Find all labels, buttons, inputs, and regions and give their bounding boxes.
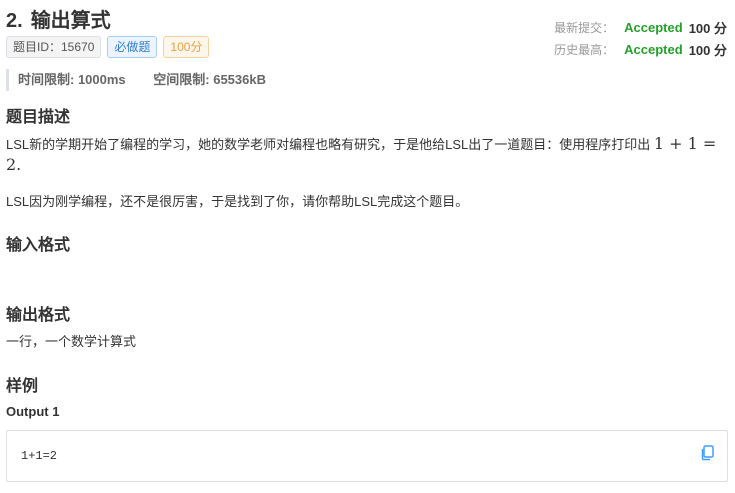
problem-name: 输出算式 [30,10,111,32]
description-paragraph-2: LSL因为刚学编程，还不是很厉害，于是找到了你，请你帮助LSL完成这个题目。 [6,194,469,209]
output-heading: 输出格式 [6,307,71,324]
score-tag: 100分 [163,36,210,58]
problem-title: 2. 输出算式 [6,4,111,33]
copy-icon[interactable] [700,445,714,461]
submission-status: 最新提交： Accepted 100 分 历史最高： Accepted 100 … [554,16,727,60]
latest-score: 100 分 [688,20,727,36]
sample-output-content: 1+1=2 [21,449,58,463]
best-submission: 历史最高： Accepted 100 分 [554,38,727,60]
description-text: LSL新的学期开始了编程的学习，她的数学老师对编程也略有研究，于是他给LSL出了… [6,137,654,152]
latest-submission: 最新提交： Accepted 100 分 [554,16,727,38]
best-label: 历史最高： [554,42,615,57]
description-heading: 题目描述 [6,109,71,126]
latest-result[interactable]: Accepted [624,20,683,35]
output-format-text: 一行，一个数学计算式 [6,334,137,349]
latest-label: 最新提交： [554,20,615,35]
sample-heading: 样例 [6,378,39,395]
memory-limit: 空间限制: 65536kB [153,72,266,87]
problem-number: 2. [6,10,23,32]
limits-bar: 时间限制: 1000ms 空间限制: 65536kB [6,69,266,91]
problem-tags: 题目ID：15670 必做题 100分 [6,36,210,58]
time-limit: 时间限制: 1000ms [18,72,126,87]
best-score: 100 分 [688,42,727,58]
sample-output-box: 1+1=2 [6,430,728,482]
problem-id-tag: 题目ID：15670 [6,36,102,58]
input-heading: 输入格式 [6,237,71,254]
description-paragraph-1: LSL新的学期开始了编程的学习，她的数学老师对编程也略有研究，于是他给LSL出了… [6,134,726,176]
required-tag: 必做题 [107,36,158,58]
best-result[interactable]: Accepted [624,42,683,57]
sample-output-label: Output 1 [6,404,60,419]
